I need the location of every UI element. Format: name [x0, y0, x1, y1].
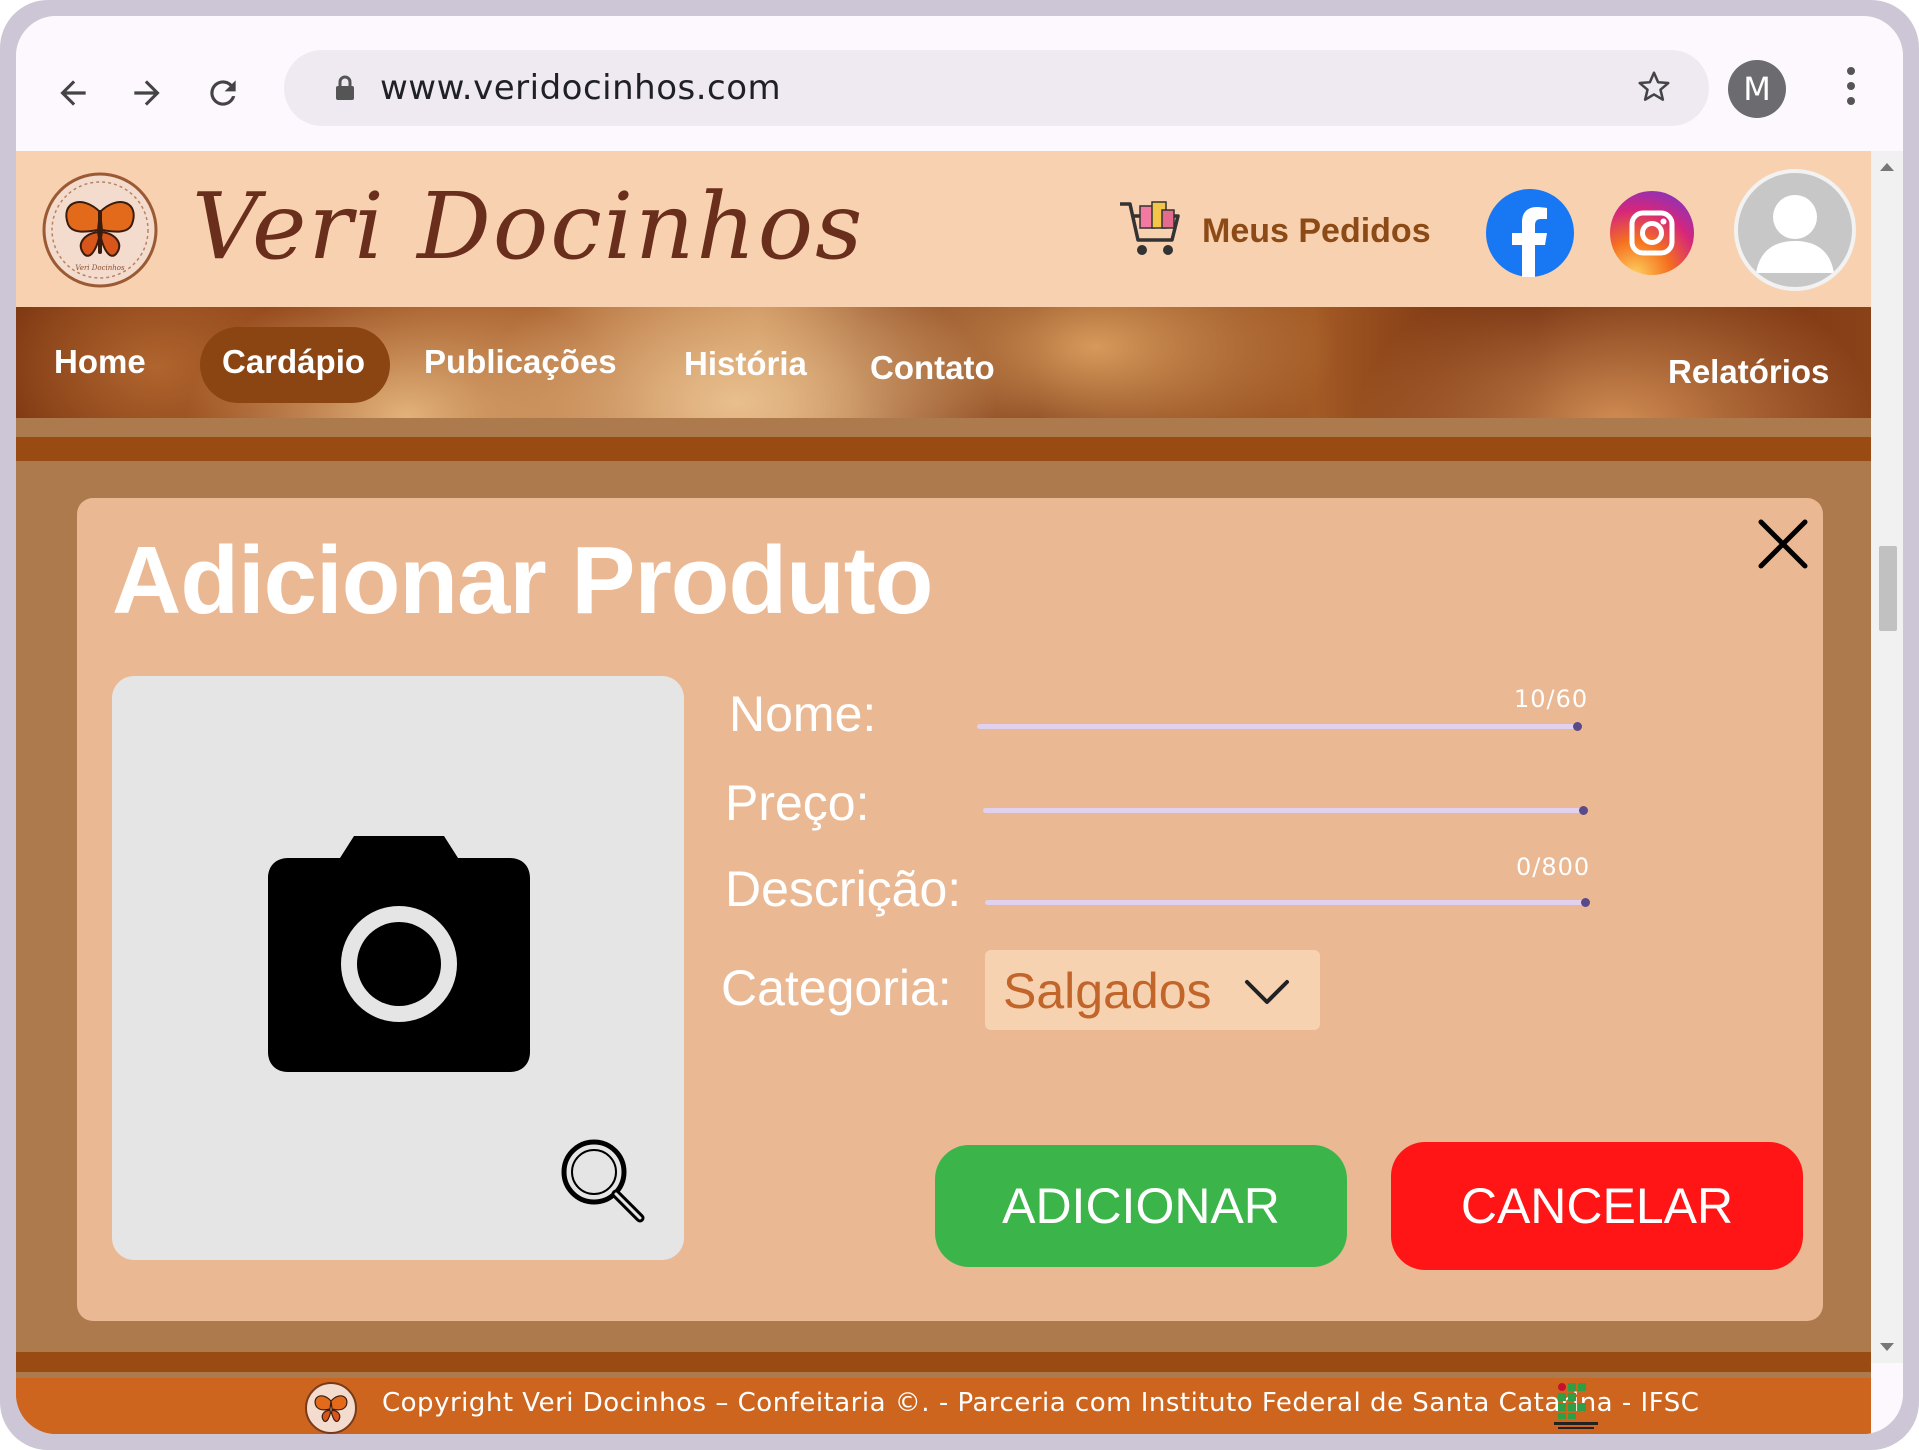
back-arrow-icon[interactable]: [48, 68, 98, 118]
scrollbar-thumb[interactable]: [1879, 546, 1897, 631]
page-scrollbar[interactable]: [1871, 151, 1903, 1363]
magnifier-icon[interactable]: [558, 1136, 648, 1231]
divider-stripe-bottom: [16, 1352, 1871, 1372]
user-avatar-icon[interactable]: [1734, 169, 1856, 291]
divider-stripe-top: [16, 437, 1871, 461]
kebab-menu-icon[interactable]: [1844, 64, 1858, 113]
product-image-upload[interactable]: [112, 676, 684, 1260]
descricao-label: Descrição:: [725, 861, 962, 917]
browser-screen: www.veridocinhos.com M Veri Docinhos Ver…: [16, 16, 1903, 1434]
site-header: Veri Docinhos Veri Docinhos Meus Pedidos: [16, 151, 1871, 307]
shopping-cart-icon: [1116, 194, 1186, 269]
preco-field[interactable]: [983, 762, 1583, 802]
camera-icon[interactable]: [268, 836, 530, 1077]
profile-avatar[interactable]: M: [1728, 60, 1786, 118]
reload-icon[interactable]: [198, 68, 248, 118]
categoria-label: Categoria:: [721, 960, 952, 1016]
my-orders-label: Meus Pedidos: [1202, 211, 1431, 250]
nav-publicacoes[interactable]: Publicações: [424, 343, 617, 381]
url-text[interactable]: www.veridocinhos.com: [380, 68, 781, 108]
nome-underline: [977, 724, 1579, 729]
modal-title: Adicionar Produto: [112, 527, 933, 634]
forward-arrow-icon[interactable]: [122, 68, 172, 118]
lock-icon: [334, 74, 356, 107]
nome-label: Nome:: [729, 686, 877, 742]
nome-handle: [1573, 722, 1582, 731]
scroll-up-arrow-icon[interactable]: [1880, 163, 1894, 171]
star-icon[interactable]: [1635, 68, 1673, 111]
browser-toolbar: www.veridocinhos.com M: [16, 16, 1903, 151]
nav-contato[interactable]: Contato: [870, 349, 995, 387]
nav-historia[interactable]: História: [684, 345, 807, 383]
address-bar[interactable]: www.veridocinhos.com: [284, 50, 1709, 126]
instagram-icon[interactable]: [1610, 191, 1694, 275]
facebook-icon[interactable]: [1486, 189, 1574, 277]
brand-title[interactable]: Veri Docinhos: [192, 173, 864, 280]
cancelar-button[interactable]: CANCELAR: [1391, 1142, 1803, 1270]
ifsc-logo-icon: [1554, 1382, 1598, 1434]
footer-logo-icon: [304, 1381, 358, 1434]
preco-underline: [983, 808, 1585, 813]
device-frame: www.veridocinhos.com M Veri Docinhos Ver…: [0, 0, 1919, 1450]
categoria-select[interactable]: Salgados: [985, 950, 1320, 1030]
descricao-underline: [985, 900, 1587, 905]
descricao-handle: [1581, 898, 1590, 907]
preco-handle: [1579, 806, 1588, 815]
nav-relatorios[interactable]: Relatórios: [1668, 353, 1829, 391]
nome-field[interactable]: [977, 678, 1577, 718]
main-navigation: Home Cardápio Publicações História Conta…: [16, 307, 1871, 418]
page-content: Veri Docinhos Veri Docinhos Meus Pedidos: [16, 151, 1871, 1434]
chevron-down-icon: [1244, 978, 1290, 1011]
close-icon[interactable]: [1757, 518, 1809, 570]
categoria-value: Salgados: [1003, 963, 1212, 1019]
svg-text:Veri Docinhos: Veri Docinhos: [75, 264, 125, 272]
add-product-modal: Adicionar Produto Nome: 10/60 Preço: Des…: [77, 498, 1823, 1321]
my-orders-link[interactable]: Meus Pedidos: [1116, 191, 1431, 271]
descricao-field[interactable]: [985, 854, 1585, 894]
nav-home[interactable]: Home: [54, 343, 146, 381]
adicionar-button[interactable]: ADICIONAR: [935, 1145, 1347, 1267]
scroll-down-arrow-icon[interactable]: [1880, 1343, 1894, 1351]
site-footer: Copyright Veri Docinhos – Confeitaria ©.…: [16, 1378, 1871, 1434]
butterfly-logo-icon[interactable]: Veri Docinhos: [42, 172, 158, 288]
preco-label: Preço:: [725, 775, 870, 831]
footer-copyright: Copyright Veri Docinhos – Confeitaria ©.…: [382, 1388, 1700, 1418]
nav-cardapio[interactable]: Cardápio: [222, 343, 365, 381]
